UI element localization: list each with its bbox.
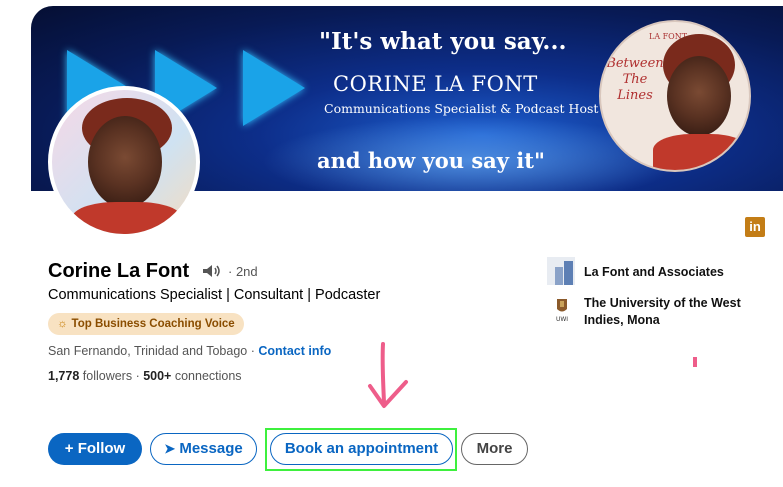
profile-card: "It's what you say... CORINE LA FONT Com… [0,0,783,487]
contact-info-link[interactable]: Contact info [258,344,331,358]
connection-degree: · 2nd [228,264,258,279]
banner-title: Communications Specialist & Podcast Host [324,101,599,116]
message-button[interactable]: ➤ Message [150,433,257,465]
company-logo[interactable] [547,257,575,285]
banner-shirt [653,134,749,170]
book-appointment-button[interactable]: Book an appointment [270,433,453,465]
send-icon: ➤ [164,441,176,456]
university-name[interactable]: The University of the West Indies, Mona [584,295,769,329]
banner-book-image: LA FONT Between The Lines [599,20,751,172]
company-name[interactable]: La Font and Associates [584,265,724,279]
plus-icon: + [64,440,74,457]
pink-mark [693,357,697,367]
profile-location: San Fernando, Trinidad and Tobago · Cont… [48,344,331,358]
banner-quote: "It's what you say... [319,28,567,55]
location-text: San Fernando, Trinidad and Tobago · [48,344,255,358]
sun-icon: ☼ [57,318,68,330]
university-logo[interactable]: UWI [553,297,571,323]
badge-label: Top Business Coaching Voice [71,318,235,330]
annotation-arrow-icon [368,342,408,408]
avatar-face [88,116,162,208]
logo-bar [564,261,573,285]
banner-face [667,56,731,136]
logo-bar [555,267,563,285]
more-button[interactable]: More [461,433,528,465]
linkedin-icon[interactable]: in [745,217,765,237]
followers-label[interactable]: followers [83,369,132,383]
profile-headline: Communications Specialist | Consultant |… [48,287,381,303]
follow-label: Follow [77,440,126,457]
play-triangle-3 [243,50,305,126]
avatar-shirt [72,202,182,234]
uni-logo-text: UWI [556,316,568,323]
profile-counts: 1,778 followers · 500+ connections [48,369,242,383]
avatar[interactable] [48,86,200,238]
profile-name: Corine La Font [48,260,190,282]
speaker-icon[interactable] [202,264,222,281]
top-voice-badge[interactable]: ☼ Top Business Coaching Voice [48,313,244,335]
followers-count: 1,778 [48,369,80,383]
banner-name: CORINE LA FONT [333,72,538,96]
banner-tagline: and how you say it" [317,148,545,173]
connections-count: 500+ [143,369,172,383]
connections-label[interactable]: connections [175,369,242,383]
message-label: Message [179,440,243,457]
book-title: Between The Lines [606,56,664,103]
follow-button[interactable]: + Follow [48,433,142,465]
